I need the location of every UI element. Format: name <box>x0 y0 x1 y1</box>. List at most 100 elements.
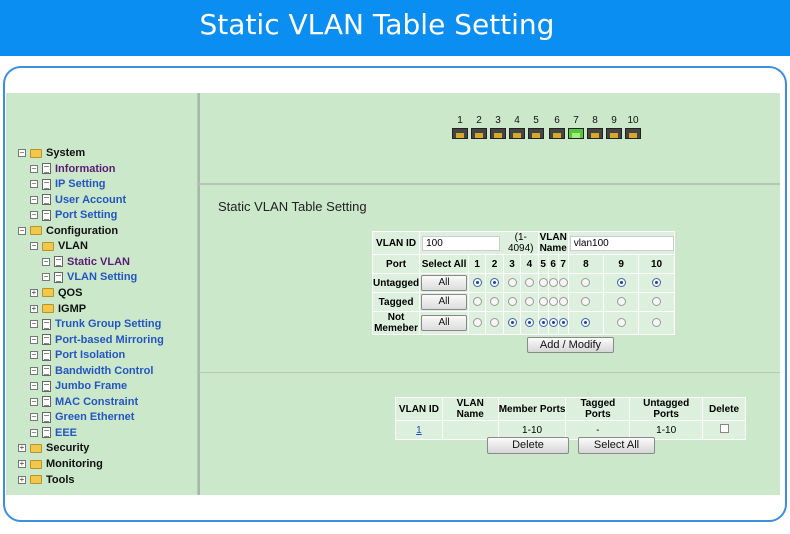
port-membership-radio[interactable] <box>581 297 591 307</box>
collapse-icon[interactable]: − <box>30 320 38 329</box>
select-all-row-button[interactable]: All <box>421 275 468 291</box>
tree-item-static-vlan[interactable]: − Static VLAN <box>42 255 130 269</box>
collapse-icon[interactable]: − <box>30 335 38 344</box>
select-all-row-button[interactable]: All <box>421 315 468 331</box>
tree-item-port-setting[interactable]: − Port Setting <box>30 208 117 222</box>
port-membership-radio[interactable] <box>581 318 591 328</box>
port-membership-radio[interactable] <box>472 278 482 288</box>
expand-icon[interactable]: + <box>30 288 38 297</box>
port-membership-radio[interactable] <box>558 297 568 307</box>
port-membership-radio[interactable] <box>507 278 517 288</box>
port-membership-radio[interactable] <box>558 278 568 288</box>
tree-item-security[interactable]: + Security <box>18 441 89 455</box>
port-membership-radio[interactable] <box>616 297 626 307</box>
select-all-button[interactable]: Select All <box>578 437 655 454</box>
ethernet-port-icon[interactable] <box>509 128 525 139</box>
port-membership-radio[interactable] <box>507 318 517 328</box>
tree-item-port-based-mirroring[interactable]: − Port-based Mirroring <box>30 333 164 347</box>
port-membership-radio[interactable] <box>538 297 548 307</box>
collapse-icon[interactable]: − <box>42 273 50 282</box>
port-membership-radio[interactable] <box>548 318 558 328</box>
port-membership-radio[interactable] <box>472 318 482 328</box>
vlan-name-input[interactable]: vlan100 <box>569 235 674 251</box>
collapse-icon[interactable]: − <box>30 164 38 173</box>
port-membership-radio[interactable] <box>472 297 482 307</box>
tree-item-green-ethernet[interactable]: − Green Ethernet <box>30 410 134 424</box>
tree-item-monitoring[interactable]: + Monitoring <box>18 457 103 471</box>
ethernet-port-icon[interactable] <box>625 128 641 139</box>
port-header: Port <box>371 254 421 274</box>
tree-item-igmp[interactable]: + IGMP <box>30 302 86 316</box>
port-membership-radio[interactable] <box>652 297 662 307</box>
port-membership-radio[interactable] <box>524 278 534 288</box>
collapse-icon[interactable]: − <box>30 211 38 220</box>
expand-icon[interactable]: + <box>18 475 26 484</box>
ethernet-port-icon[interactable] <box>490 128 506 139</box>
vlan-id-link[interactable]: 1 <box>416 425 422 436</box>
tree-item-vlan[interactable]: − VLAN <box>30 239 88 253</box>
collapse-icon[interactable]: − <box>30 366 38 375</box>
add-modify-button[interactable]: Add / Modify <box>527 337 614 353</box>
vlan-id-input[interactable]: 100 <box>422 235 500 251</box>
port-membership-radio[interactable] <box>581 278 591 288</box>
port-membership-radio[interactable] <box>548 278 558 288</box>
tree-item-label: IP Setting <box>55 178 106 191</box>
collapse-icon[interactable]: − <box>30 382 38 391</box>
tree-item-jumbo-frame[interactable]: − Jumbo Frame <box>30 379 127 393</box>
tree-item-ip-setting[interactable]: − IP Setting <box>30 177 106 191</box>
tree-item-tools[interactable]: + Tools <box>18 473 75 487</box>
tree-item-system[interactable]: − System <box>18 146 85 160</box>
expand-icon[interactable]: + <box>18 444 26 453</box>
port-membership-radio[interactable] <box>524 318 534 328</box>
collapse-icon[interactable]: − <box>30 397 38 406</box>
port-membership-radio[interactable] <box>490 278 500 288</box>
port-membership-radio[interactable] <box>558 318 568 328</box>
port-membership-radio[interactable] <box>538 318 548 328</box>
collapse-icon[interactable]: − <box>42 257 50 266</box>
ethernet-port-icon[interactable] <box>587 128 603 139</box>
collapse-icon[interactable]: − <box>30 413 38 422</box>
tree-item-information[interactable]: − Information <box>30 162 116 176</box>
port-membership-radio[interactable] <box>538 278 548 288</box>
tree-item-user-account[interactable]: − User Account <box>30 193 126 207</box>
select-all-row-button[interactable]: All <box>421 294 468 310</box>
port-membership-radio[interactable] <box>652 318 662 328</box>
tree-item-vlan-setting[interactable]: − VLAN Setting <box>42 270 137 284</box>
tree-item-trunk-group-setting[interactable]: − Trunk Group Setting <box>30 317 161 331</box>
collapse-icon[interactable]: − <box>30 195 38 204</box>
tree-item-qos[interactable]: + QOS <box>30 286 82 300</box>
delete-checkbox[interactable] <box>719 424 729 433</box>
ethernet-port-icon[interactable] <box>606 128 622 139</box>
collapse-icon[interactable]: − <box>18 149 26 157</box>
port-membership-radio[interactable] <box>524 297 534 307</box>
port-membership-radio[interactable] <box>490 318 500 328</box>
tree-item-eee[interactable]: − EEE <box>30 426 77 440</box>
tree-item-bandwidth-control[interactable]: − Bandwidth Control <box>30 364 153 378</box>
delete-button[interactable]: Delete <box>487 437 569 454</box>
tree-item-configuration[interactable]: − Configuration <box>18 224 118 238</box>
tree-item-mac-constraint[interactable]: − MAC Constraint <box>30 395 138 409</box>
port-membership-radio[interactable] <box>548 297 558 307</box>
page-icon <box>42 318 51 330</box>
port-column-header: 2 <box>485 254 504 274</box>
collapse-icon[interactable]: − <box>30 242 38 251</box>
folder-icon <box>30 475 42 485</box>
port-membership-radio[interactable] <box>652 278 662 288</box>
tree-item-port-isolation[interactable]: − Port Isolation <box>30 348 125 362</box>
port-membership-radio[interactable] <box>616 318 626 328</box>
ethernet-port-icon[interactable] <box>528 128 544 139</box>
ethernet-port-icon[interactable] <box>471 128 487 139</box>
collapse-icon[interactable]: − <box>30 428 38 437</box>
ethernet-port-icon[interactable] <box>568 128 584 139</box>
tree-item-label: Security <box>46 442 90 455</box>
ethernet-port-icon[interactable] <box>452 128 468 139</box>
port-membership-radio[interactable] <box>507 297 517 307</box>
collapse-icon[interactable]: − <box>30 180 38 189</box>
port-membership-radio[interactable] <box>616 278 626 288</box>
collapse-icon[interactable]: − <box>30 351 38 360</box>
port-membership-radio[interactable] <box>490 297 500 307</box>
expand-icon[interactable]: + <box>30 304 38 313</box>
ethernet-port-icon[interactable] <box>549 128 565 139</box>
collapse-icon[interactable]: − <box>18 226 26 235</box>
expand-icon[interactable]: + <box>18 460 26 468</box>
